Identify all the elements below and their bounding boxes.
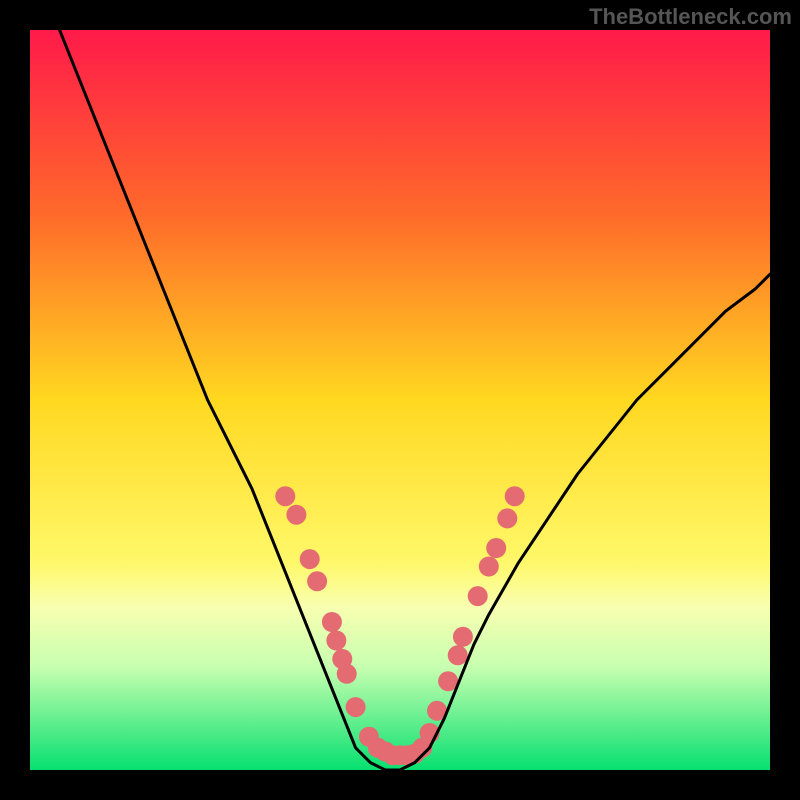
data-marker: [300, 549, 320, 569]
data-marker: [468, 586, 488, 606]
data-marker: [286, 505, 306, 525]
data-marker: [326, 631, 346, 651]
data-marker: [275, 486, 295, 506]
data-marker: [505, 486, 525, 506]
data-marker: [337, 664, 357, 684]
plot-area: [30, 30, 770, 770]
data-marker: [453, 627, 473, 647]
data-marker: [322, 612, 342, 632]
data-marker: [479, 557, 499, 577]
data-marker: [497, 508, 517, 528]
data-marker: [307, 571, 327, 591]
data-marker: [486, 538, 506, 558]
chart-svg: [30, 30, 770, 770]
chart-container: TheBottleneck.com: [0, 0, 800, 800]
watermark-text: TheBottleneck.com: [589, 4, 792, 30]
gradient-background: [30, 30, 770, 770]
data-marker: [448, 645, 468, 665]
data-marker: [346, 697, 366, 717]
